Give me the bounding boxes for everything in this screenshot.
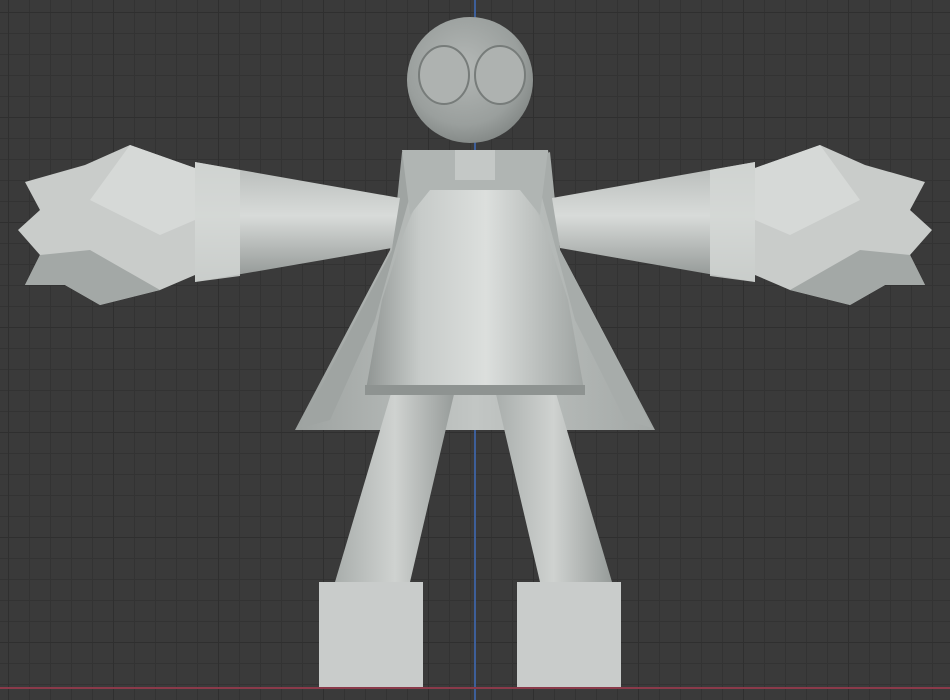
torso-hem-shadow xyxy=(365,385,585,395)
foot-left[interactable] xyxy=(319,582,423,687)
foot-right[interactable] xyxy=(517,582,621,687)
eye-right[interactable] xyxy=(474,45,526,105)
mesh-scene[interactable] xyxy=(0,0,950,700)
3d-viewport[interactable] xyxy=(0,0,950,700)
neck[interactable] xyxy=(455,150,495,180)
eye-left[interactable] xyxy=(418,45,470,105)
arm-left-cuff xyxy=(195,162,240,282)
arm-right-cuff xyxy=(710,162,755,282)
